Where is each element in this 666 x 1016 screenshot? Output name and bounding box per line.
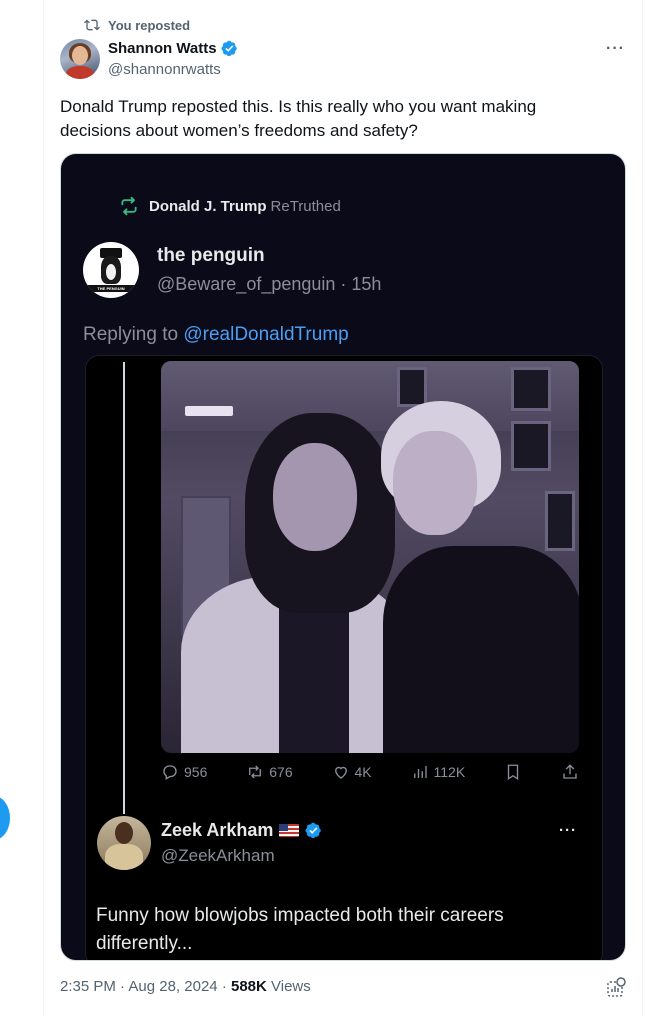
tweet-footer: 2:35 PM · Aug 28, 2024 · 588K Views bbox=[60, 978, 311, 995]
retruth-icon bbox=[121, 196, 137, 216]
penguin-avatar: THE PENGUIN bbox=[83, 242, 139, 298]
reply-icon bbox=[163, 765, 177, 780]
reply-more-icon: ··· bbox=[559, 822, 577, 839]
views-count: 112K bbox=[433, 764, 466, 780]
replying-to: Replying to @realDonaldTrump bbox=[83, 324, 349, 346]
attached-screenshot[interactable]: Donald J. Trump ReTruthed THE PENGUIN the… bbox=[60, 153, 626, 961]
post-metrics: 956 676 4K 112K bbox=[161, 763, 579, 781]
tweet-text: Donald Trump reposted this. Is this real… bbox=[60, 97, 537, 140]
repost-banner-label: You reposted bbox=[108, 17, 191, 33]
like-count: 4K bbox=[354, 764, 372, 780]
analytics-icon[interactable] bbox=[606, 977, 626, 999]
replying-mention: @realDonaldTrump bbox=[183, 324, 349, 345]
share-metric bbox=[561, 763, 579, 781]
author-name-row[interactable]: Shannon Watts bbox=[108, 40, 238, 57]
author-name[interactable]: Shannon Watts bbox=[108, 40, 217, 57]
repost-icon bbox=[249, 765, 262, 779]
tweet-date[interactable]: Aug 28, 2024 bbox=[128, 978, 217, 995]
reply-author-handle: @ZeekArkham bbox=[161, 846, 275, 865]
more-options-icon[interactable]: ··· bbox=[606, 40, 625, 58]
heart-icon bbox=[334, 766, 347, 779]
verified-badge-icon bbox=[221, 40, 237, 57]
repost-count: 676 bbox=[269, 764, 293, 780]
compose-button[interactable] bbox=[0, 796, 10, 840]
retruth-row: Donald J. Trump ReTruthed bbox=[119, 196, 341, 216]
reply-text: Funny how blowjobs impacted both their c… bbox=[96, 905, 504, 954]
reply-metric: 956 bbox=[161, 763, 207, 781]
repost-icon bbox=[84, 19, 100, 31]
post-author-name: the penguin bbox=[157, 245, 265, 266]
views-label: Views bbox=[271, 978, 311, 995]
reply-author-name: Zeek Arkham bbox=[161, 820, 274, 840]
tweet-time[interactable]: 2:35 PM bbox=[60, 978, 116, 995]
photo bbox=[161, 361, 579, 753]
post-age: 15h bbox=[351, 274, 382, 294]
bookmark-icon bbox=[507, 764, 519, 781]
post-author-handle: @Beware_of_penguin bbox=[157, 274, 336, 294]
views-count: 588K bbox=[230, 978, 267, 995]
us-flag-icon bbox=[279, 824, 300, 837]
thread-line bbox=[123, 362, 125, 814]
retruth-label: ReTruthed bbox=[270, 197, 341, 215]
column-border-right bbox=[642, 0, 643, 1016]
column-border-left bbox=[43, 0, 44, 1016]
author-handle[interactable]: @shannonrwatts bbox=[108, 61, 221, 78]
retruth-name: Donald J. Trump bbox=[149, 197, 267, 215]
reply-author-name-row: Zeek Arkham bbox=[161, 820, 322, 841]
bookmark-metric bbox=[504, 763, 522, 781]
repost-banner: You reposted bbox=[84, 17, 190, 33]
views-metric: 112K bbox=[411, 763, 466, 781]
penguin-avatar-text: THE PENGUIN bbox=[97, 286, 125, 291]
post-author-meta: @Beware_of_penguin · 15h bbox=[157, 274, 382, 294]
bar-chart-icon bbox=[413, 766, 427, 778]
reply-author-avatar bbox=[97, 816, 151, 870]
verified-badge-icon bbox=[305, 822, 322, 839]
author-avatar[interactable] bbox=[60, 39, 100, 79]
share-icon bbox=[563, 764, 577, 779]
replying-prefix: Replying to bbox=[83, 324, 179, 345]
like-metric: 4K bbox=[332, 763, 372, 781]
repost-metric: 676 bbox=[246, 763, 293, 781]
reply-count: 956 bbox=[184, 764, 208, 780]
